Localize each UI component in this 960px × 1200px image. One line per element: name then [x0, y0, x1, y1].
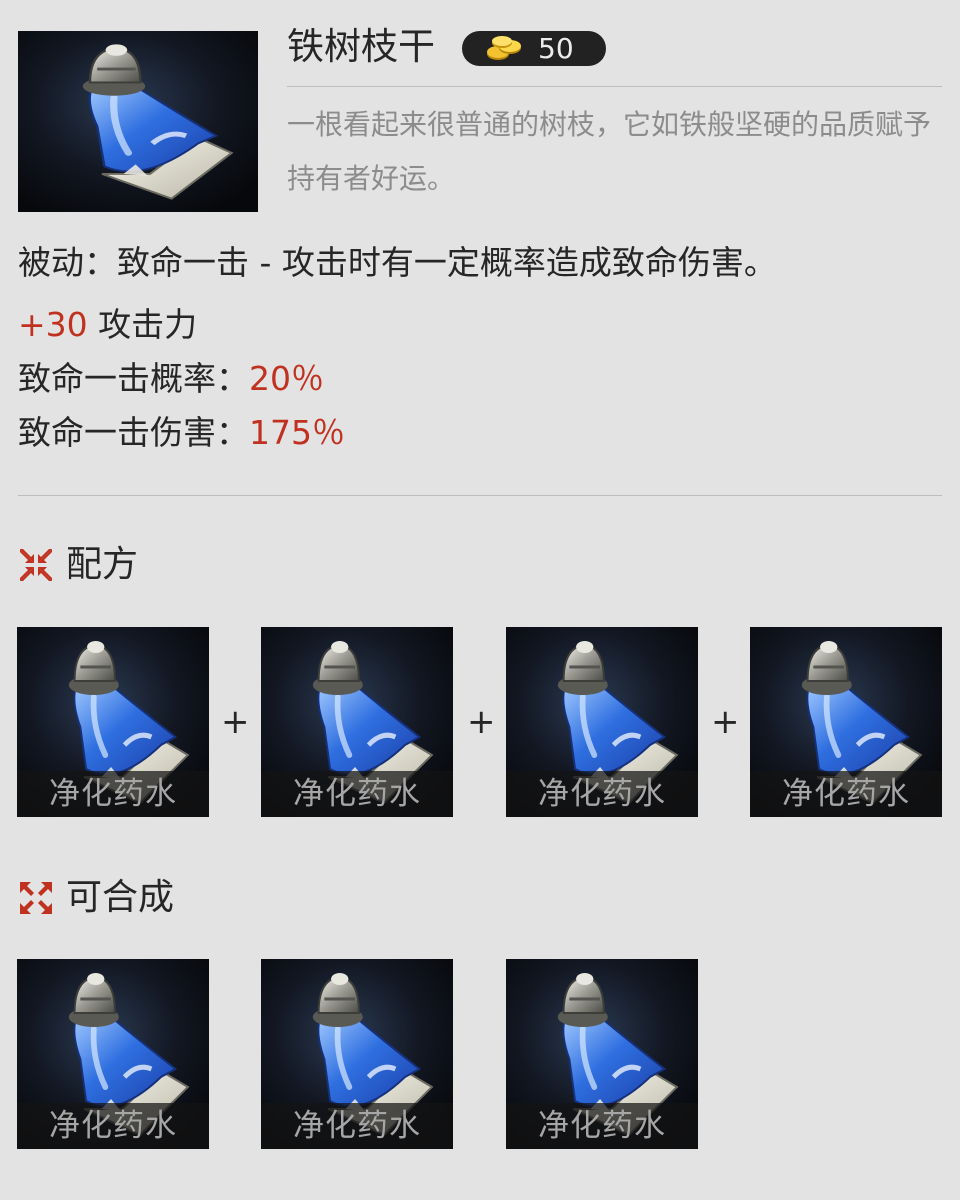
- recipe-title: 配方: [66, 544, 139, 585]
- potion-icon: [18, 31, 258, 212]
- item-name: 净化药水: [506, 771, 698, 817]
- item-description: 一根看起来很普通的树枝，它如铁般坚硬的品质赋予持有者好运。: [287, 108, 932, 195]
- price-value: 50: [538, 32, 574, 65]
- stat-value: +30: [18, 305, 88, 344]
- recipe-item[interactable]: 净化药水: [261, 627, 453, 817]
- recipe-item[interactable]: 净化药水: [750, 627, 942, 817]
- builds-into-header: 可合成: [18, 874, 174, 922]
- combine-arrows-icon: [20, 549, 52, 581]
- stat-value: 175％: [249, 413, 345, 452]
- header-divider: [287, 86, 942, 87]
- stat-crit-chance: 致命一击概率：20％: [18, 352, 324, 406]
- builds-into-item[interactable]: 净化药水: [506, 959, 698, 1149]
- plus-sign: +: [711, 702, 740, 742]
- stat-label: 致命一击伤害：: [18, 413, 249, 452]
- item-name: 净化药水: [506, 1103, 698, 1149]
- section-divider: [18, 495, 942, 496]
- recipe-header: 配方: [18, 541, 138, 589]
- recipe-item[interactable]: 净化药水: [506, 627, 698, 817]
- passive-text: 被动：致命一击 - 攻击时有一定概率造成致命伤害。: [18, 243, 777, 282]
- item-name: 净化药水: [261, 1103, 453, 1149]
- builds-into-title: 可合成: [66, 877, 175, 918]
- stat-label: 致命一击概率：: [18, 359, 249, 398]
- item-name: 净化药水: [17, 771, 209, 817]
- gold-coins-icon: [487, 35, 521, 60]
- recipe-item[interactable]: 净化药水: [17, 627, 209, 817]
- item-name: 净化药水: [17, 1103, 209, 1149]
- stat-value: 20％: [249, 359, 324, 398]
- item-title: 铁树枝干: [287, 25, 435, 68]
- plus-sign: +: [467, 702, 496, 742]
- expand-arrows-icon: [20, 882, 52, 914]
- stat-label: 攻击力: [87, 305, 198, 344]
- builds-into-item[interactable]: 净化药水: [17, 959, 209, 1149]
- plus-sign: +: [221, 702, 250, 742]
- item-detail-page: 铁树枝干 50 一根看起来很普通的树枝，它如铁般坚硬的品质赋予持有者好运。 被动…: [0, 0, 960, 1200]
- item-name: 净化药水: [261, 771, 453, 817]
- stat-crit-damage: 致命一击伤害：175％: [18, 406, 345, 460]
- price-badge: 50: [462, 31, 606, 66]
- stat-attack: +30 攻击力: [18, 298, 197, 352]
- builds-into-item[interactable]: 净化药水: [261, 959, 453, 1149]
- item-name: 净化药水: [750, 771, 942, 817]
